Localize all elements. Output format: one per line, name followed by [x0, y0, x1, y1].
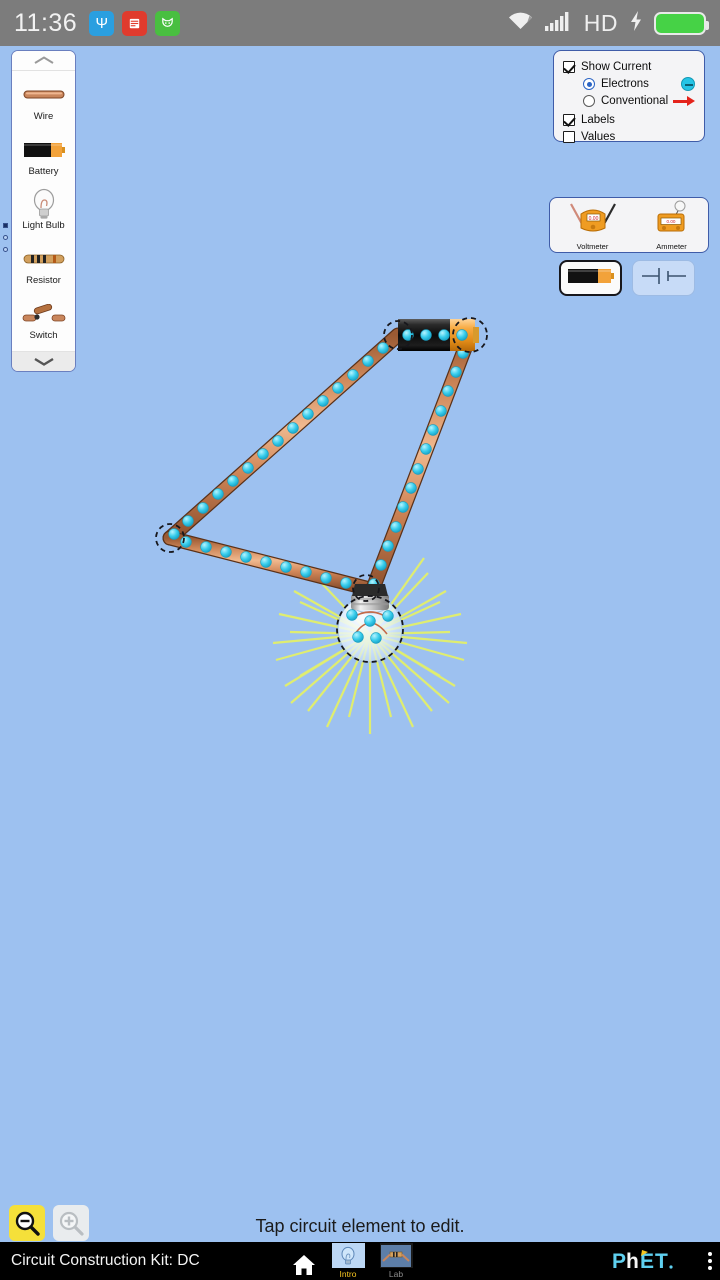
- vertex-highlights[interactable]: [155, 317, 488, 663]
- show-current-checkbox-row[interactable]: Show Current: [563, 58, 695, 75]
- cat-app-icon: [155, 10, 181, 36]
- svg-text:0.00: 0.00: [588, 216, 598, 222]
- page-dot-2[interactable]: [3, 235, 8, 240]
- chevron-down-icon[interactable]: [12, 351, 75, 371]
- notification-app-icon: [122, 10, 148, 36]
- toolbox-item-resistor[interactable]: Resistor: [12, 245, 75, 286]
- circuit-element-toolbox[interactable]: Wire Battery Light Bulb Resistor Switch: [11, 50, 76, 372]
- conventional-radio[interactable]: [583, 94, 595, 107]
- electrons-wire-left-lower: [180, 536, 352, 589]
- voltmeter-tool[interactable]: 0.00 Voltmeter: [563, 200, 623, 251]
- ammeter-icon: 0.00: [648, 200, 696, 241]
- show-current-checkbox[interactable]: [563, 60, 575, 73]
- labels-label: Labels: [581, 113, 615, 126]
- lifelike-view-button[interactable]: [559, 260, 622, 296]
- phet-circuit-construction-kit-app: 11:36 Ψ HD Wire Battery Light Bulb Resis…: [0, 0, 720, 1280]
- display-options-panel[interactable]: Show Current Electrons Conventional Labe…: [553, 50, 705, 145]
- tab-lab-label: Lab: [388, 1269, 404, 1279]
- toolbox-item-light-bulb[interactable]: Light Bulb: [12, 189, 75, 232]
- labels-checkbox[interactable]: [563, 113, 575, 126]
- chevron-up-icon[interactable]: [12, 51, 75, 71]
- conventional-radio-row[interactable]: Conventional: [563, 92, 695, 109]
- status-bar-app-icons: Ψ: [89, 10, 181, 36]
- view-mode-toggle[interactable]: [559, 260, 695, 296]
- meters-panel[interactable]: 0.00 Voltmeter 0.00 Ammeter: [549, 197, 709, 253]
- schematic-view-button[interactable]: [632, 260, 695, 296]
- electron-chip-icon: [681, 76, 695, 91]
- toolbox-label-light-bulb: Light Bulb: [22, 220, 65, 232]
- electrons-label: Electrons: [601, 77, 649, 90]
- cellular-signal-icon: [544, 10, 573, 36]
- voltmeter-label: Voltmeter: [576, 241, 609, 251]
- wifi-icon: [507, 10, 534, 36]
- switch-icon: [22, 300, 66, 328]
- light-bulb-icon: [31, 189, 57, 220]
- ammeter-label: Ammeter: [656, 241, 687, 251]
- svg-text:0.00: 0.00: [666, 219, 675, 224]
- toolbox-item-list: Wire Battery Light Bulb Resistor Switch: [12, 71, 75, 351]
- values-checkbox[interactable]: [563, 130, 575, 143]
- edit-hint-text: Tap circuit element to edit.: [255, 1216, 465, 1236]
- labels-checkbox-row[interactable]: Labels: [563, 111, 695, 128]
- lab-circuit-thumb-icon: [379, 1243, 413, 1268]
- electrons-radio-row[interactable]: Electrons: [563, 75, 695, 92]
- svg-text:T: T: [655, 1250, 668, 1273]
- trophy-app-icon: Ψ: [89, 10, 115, 36]
- electrons-radio[interactable]: [583, 77, 595, 90]
- tab-intro-label: Intro: [339, 1269, 357, 1279]
- battery-icon: [23, 136, 65, 164]
- page-dot-1[interactable]: [3, 223, 8, 228]
- tab-intro[interactable]: Intro: [330, 1243, 366, 1279]
- resistor-icon: [23, 245, 65, 273]
- toolbox-label-wire: Wire: [33, 110, 54, 122]
- battery-schematic-icon: [641, 265, 687, 292]
- sim-title: Circuit Construction Kit: DC: [11, 1252, 200, 1269]
- home-icon[interactable]: [290, 1251, 318, 1279]
- android-status-bar: 11:36 Ψ HD: [0, 0, 720, 46]
- phet-logo[interactable]: P h E T: [612, 1248, 690, 1274]
- conventional-label: Conventional: [601, 94, 669, 107]
- electrons-wire-left-upper: [168, 342, 389, 540]
- values-checkbox-row[interactable]: Values: [563, 128, 695, 145]
- ammeter-tool[interactable]: 0.00 Ammeter: [648, 200, 696, 251]
- page-dot-3[interactable]: [3, 247, 8, 252]
- wire-icon: [23, 81, 65, 109]
- toolbox-item-wire[interactable]: Wire: [12, 81, 75, 122]
- network-type-label: HD: [583, 9, 618, 36]
- nav-center-group: Intro Lab: [290, 1243, 414, 1279]
- phet-navigation-bar[interactable]: Circuit Construction Kit: DC Intro Lab P…: [0, 1242, 720, 1280]
- status-bar-indicators: HD: [507, 9, 709, 37]
- svg-text:P: P: [612, 1250, 626, 1273]
- battery-full-icon: [654, 11, 709, 35]
- toolbox-label-resistor: Resistor: [26, 275, 61, 287]
- toolbox-page-indicator[interactable]: [3, 223, 8, 252]
- battery-photo-icon: [567, 267, 615, 290]
- status-bar-clock: 11:36: [14, 8, 78, 37]
- toolbox-item-battery[interactable]: Battery: [12, 136, 75, 177]
- charging-bolt-icon: [629, 10, 643, 37]
- conventional-arrow-icon: [673, 95, 695, 107]
- values-label: Values: [581, 130, 616, 143]
- tab-lab[interactable]: Lab: [378, 1243, 414, 1279]
- battery-element[interactable]: [398, 319, 479, 351]
- kebab-menu-icon[interactable]: [708, 1252, 712, 1270]
- simulation-play-area[interactable]: Wire Battery Light Bulb Resistor Switch …: [0, 46, 720, 1242]
- toolbox-label-switch: Switch: [29, 330, 58, 342]
- toolbox-label-battery: Battery: [28, 165, 59, 177]
- toolbox-item-switch[interactable]: Switch: [12, 300, 75, 341]
- intro-bulb-thumb-icon: [331, 1243, 365, 1268]
- show-current-label: Show Current: [581, 60, 652, 73]
- voltmeter-icon: 0.00: [563, 200, 623, 241]
- svg-text:h: h: [626, 1250, 639, 1273]
